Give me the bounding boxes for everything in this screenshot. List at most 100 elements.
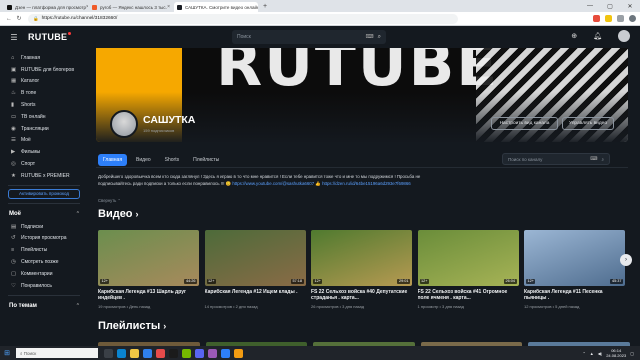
video-title[interactable]: Карибская Легенда #13 Шарль друг индейце… xyxy=(98,289,199,301)
sidebar-item[interactable]: ▶ Фильмы xyxy=(0,146,88,158)
minimize-icon[interactable]: — xyxy=(580,3,600,9)
channel-tab[interactable]: Shorts xyxy=(160,154,184,166)
notifications-icon[interactable]: ▢ xyxy=(630,351,634,356)
search-icon[interactable]: ⌕ xyxy=(378,34,381,41)
channel-avatar[interactable] xyxy=(110,110,138,138)
my-section-title: Моё xyxy=(9,210,21,217)
sidebar-item[interactable]: ◎ Спорт xyxy=(0,158,88,170)
chevron-up-icon[interactable]: ⌃ xyxy=(76,211,80,217)
windows-start-icon[interactable]: ⊞ xyxy=(0,349,14,357)
video-thumbnail[interactable]: 12+ 29:01 xyxy=(311,230,412,286)
clock[interactable]: 06:14 24.08.2023 xyxy=(606,348,626,358)
maximize-icon[interactable]: ▢ xyxy=(600,3,620,10)
sidebar-item[interactable]: ★ RUTUBE x PREMIER xyxy=(0,170,88,182)
topics-section-header[interactable]: По темам ⌃ xyxy=(0,299,88,313)
video-thumbnail[interactable]: 12+ 45:37 xyxy=(524,230,625,286)
sidebar-item-label: RUTUBE для блогеров xyxy=(21,66,74,73)
search-input[interactable]: Поиск ⌨ ⌕ xyxy=(232,30,386,44)
sidebar-item[interactable]: ▮ Shorts xyxy=(0,99,88,111)
back-icon[interactable]: ← xyxy=(4,16,14,22)
app-icon[interactable] xyxy=(208,348,217,358)
video-title[interactable]: FS 22 Сельхоз войска #40 Депутатские стр… xyxy=(311,289,412,301)
app-icon[interactable] xyxy=(182,348,191,358)
video-title[interactable]: Карибская Легенда #11 Песенка пьяницы . xyxy=(524,289,625,301)
sidebar-item[interactable]: ◉ Трансляции xyxy=(0,123,88,135)
video-thumbnail[interactable]: 12+ 26:04 xyxy=(417,230,519,286)
manage-videos-button[interactable]: Управлять видео xyxy=(562,117,614,130)
collapse-link[interactable]: Свернуть ⌃ xyxy=(98,198,121,203)
dzen-link[interactable]: https://dzen.ru/id/64be15196a6d293e7f698… xyxy=(322,181,411,186)
edge-icon[interactable] xyxy=(117,348,126,358)
sidebar-item[interactable]: ♡ Понравилось xyxy=(0,280,88,292)
app-icon[interactable] xyxy=(195,348,204,358)
header-actions: ⊕ 🔔︎ xyxy=(571,30,630,42)
close-tab-icon[interactable]: × xyxy=(86,4,88,10)
favorites-icon[interactable] xyxy=(617,15,624,22)
upload-icon[interactable]: ⊕ xyxy=(571,32,577,40)
explorer-icon[interactable] xyxy=(130,348,139,358)
keyboard-icon[interactable]: ⌨ xyxy=(366,34,374,40)
carousel-next-button[interactable]: › xyxy=(620,254,632,266)
clock-icon: ◷ xyxy=(11,259,16,266)
browser-tab[interactable]: САШУТКА. Смотрите видео онлайн× xyxy=(174,2,258,12)
sidebar-item[interactable]: ◷ Смотреть позже xyxy=(0,256,88,268)
new-tab-button[interactable]: + xyxy=(259,2,271,12)
video-card[interactable]: 12+ 57:18 Карибская Легенда #12 Ищем клады… xyxy=(204,230,306,309)
app-icon[interactable] xyxy=(234,348,243,358)
video-card[interactable]: 12+ 45:37 Карибская Легенда #11 Песенка пь… xyxy=(524,230,625,309)
close-tab-icon[interactable]: × xyxy=(167,4,170,10)
sidebar-item[interactable]: ≡ Плейлисты xyxy=(0,244,88,256)
task-view-icon[interactable] xyxy=(104,348,113,358)
video-title[interactable]: Карибская Легенда #12 Ищем клады . xyxy=(205,289,306,301)
menu-icon[interactable]: ☰ xyxy=(0,33,28,42)
sidebar-item[interactable]: ▦ Каталог xyxy=(0,76,88,88)
youtube-link[interactable]: https://www.youtube.com/@sashutka6607 xyxy=(232,181,314,186)
video-thumbnail[interactable]: 12+ 57:18 xyxy=(204,230,306,286)
refresh-icon[interactable]: ↻ xyxy=(14,15,24,22)
sidebar-item[interactable]: ⌂ Главная xyxy=(0,52,88,64)
user-avatar[interactable] xyxy=(618,30,630,42)
sidebar-item[interactable]: ↺ История просмотра xyxy=(0,233,88,245)
my-section-header[interactable]: Моё ⌃ xyxy=(0,207,88,221)
rutube-logo[interactable]: RUTUBE xyxy=(28,32,72,42)
sidebar-item[interactable]: ▣ RUTUBE для блогеров xyxy=(0,64,88,76)
volume-icon[interactable]: ◀︎) xyxy=(598,351,602,356)
search-icon[interactable]: ⌕ xyxy=(601,157,604,162)
channel-tab[interactable]: Плейлисты xyxy=(188,154,224,166)
customize-channel-button[interactable]: Настроить вид канала xyxy=(491,117,558,130)
store-icon[interactable] xyxy=(143,348,152,358)
sidebar-item[interactable]: ▤ Подписки xyxy=(0,221,88,233)
channel-search-input[interactable]: Поиск по каналу ⌨ ⌕ xyxy=(502,153,610,165)
tray-arrow-icon[interactable]: ⌃ xyxy=(582,351,585,356)
promo-code-button[interactable]: Активировать промокод xyxy=(8,188,80,199)
channel-tab[interactable]: Видео xyxy=(131,154,156,166)
close-window-icon[interactable]: ✕ xyxy=(620,3,640,10)
extension-icon[interactable] xyxy=(593,15,600,22)
video-thumbnail[interactable]: 12+ 44:26 xyxy=(98,230,199,286)
taskbar-search[interactable]: ⌕ Поиск xyxy=(16,348,98,358)
video-title[interactable]: FS 22 Сельхоз войска #41 Огромное поле я… xyxy=(418,289,519,301)
keyboard-icon[interactable]: ⌨ xyxy=(590,156,597,162)
chevron-up-icon[interactable]: ⌃ xyxy=(76,303,80,309)
bell-icon[interactable]: 🔔︎ xyxy=(593,32,602,40)
video-card[interactable]: 12+ 26:04 FS 22 Сельхоз войска #41 Огромно… xyxy=(417,230,519,309)
profile-icon[interactable] xyxy=(629,15,636,22)
sidebar-item[interactable]: ♨ В топе xyxy=(0,87,88,99)
sidebar-item[interactable]: ▭ ТВ онлайн xyxy=(0,111,88,123)
sidebar-item[interactable]: ▢ Комментарии xyxy=(0,268,88,280)
sidebar-item[interactable]: ☰ Моё xyxy=(0,135,88,147)
browser-tab[interactable]: Дзен — платформа для просмотр × xyxy=(4,2,88,12)
videos-section-title[interactable]: Видео › xyxy=(98,208,139,220)
extension-icon[interactable] xyxy=(605,15,612,22)
video-card[interactable]: 12+ 44:26 Карибская Легенда #13 Шарль друг… xyxy=(98,230,199,309)
divider xyxy=(8,184,80,186)
app-icon[interactable] xyxy=(221,348,230,358)
playlists-section-title[interactable]: Плейлисты › xyxy=(98,320,166,332)
url-field[interactable]: 🔒 https://rutube.ru/channel/31832660/ xyxy=(28,13,458,24)
channel-tab[interactable]: Главная xyxy=(98,154,128,166)
browser-tab[interactable]: ругоб — Яндекс нашлось 3 тыс. × xyxy=(89,2,173,12)
app-icon[interactable] xyxy=(169,348,178,358)
video-card[interactable]: 12+ 29:01 FS 22 Сельхоз войска #40 Депутат… xyxy=(311,230,412,309)
network-icon[interactable]: ▲ xyxy=(590,351,594,356)
app-icon[interactable] xyxy=(156,348,165,358)
